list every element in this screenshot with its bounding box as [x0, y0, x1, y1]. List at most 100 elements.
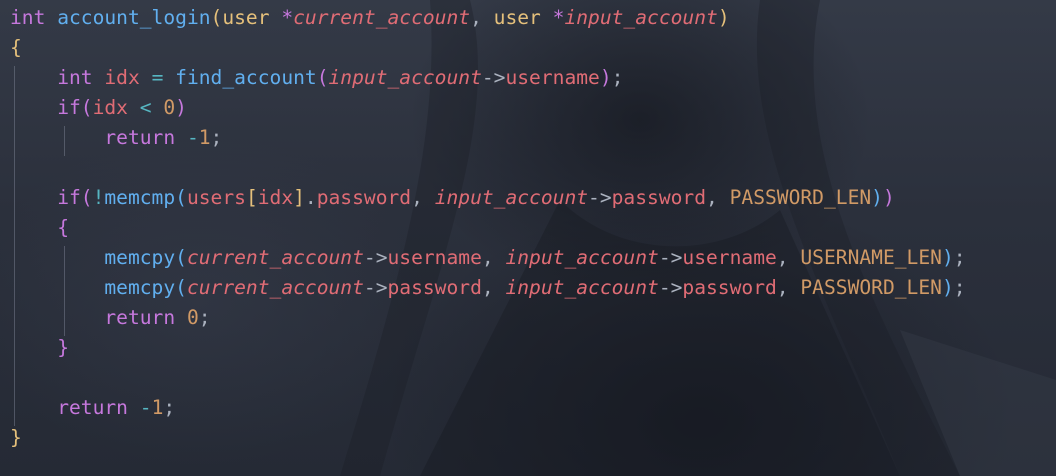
code-token: -> — [363, 276, 388, 299]
code-token: password — [611, 186, 707, 209]
code-token: ) — [941, 276, 954, 299]
code-line[interactable]: memcpy(current_account->username, input_… — [10, 243, 966, 273]
code-token: find_account — [175, 66, 317, 89]
code-token: ) — [717, 6, 730, 29]
code-token: 0 — [186, 306, 199, 329]
code-token: { — [10, 36, 22, 59]
code-token: , — [481, 276, 506, 299]
code-token: return — [104, 126, 176, 149]
code-token: password — [316, 186, 412, 209]
code-token: { — [57, 216, 69, 239]
code-token: ) — [175, 96, 187, 119]
code-token: } — [57, 336, 69, 359]
code-token: if — [57, 186, 81, 209]
code-token: -> — [481, 66, 506, 89]
code-token: idx — [104, 66, 140, 89]
code-line[interactable]: { — [10, 213, 966, 243]
code-token: input_account — [328, 66, 482, 89]
code-token: = — [151, 66, 164, 89]
code-token: -> — [658, 276, 683, 299]
code-token: , — [481, 246, 506, 269]
code-token: , — [706, 186, 730, 209]
code-token: user — [222, 6, 270, 29]
code-token: current_account — [293, 6, 471, 29]
code-token: ; — [953, 276, 966, 299]
code-token: -> — [588, 186, 612, 209]
code-token: , — [411, 186, 435, 209]
code-token: ] — [293, 186, 305, 209]
code-token: if — [57, 96, 81, 119]
code-token: ; — [210, 126, 223, 149]
code-token: ( — [80, 96, 93, 119]
code-token: , — [776, 246, 801, 269]
code-line[interactable]: ​ — [10, 363, 966, 393]
code-token: idx — [92, 96, 128, 119]
code-token: username — [505, 66, 600, 89]
code-line[interactable]: int idx = find_account(input_account->us… — [10, 63, 966, 93]
code-token: current_account — [186, 276, 364, 299]
code-token: input_account — [505, 246, 659, 269]
code-token: ) — [599, 66, 612, 89]
code-line[interactable]: memcpy(current_account->password, input_… — [10, 273, 966, 303]
code-token: 0 — [163, 96, 176, 119]
code-token: memcpy — [104, 276, 176, 299]
code-line[interactable]: return -1; — [10, 123, 966, 153]
code-line[interactable]: { — [10, 33, 966, 63]
code-token: ( — [175, 276, 187, 299]
code-token: memcpy — [104, 246, 176, 269]
code-token: PASSWORD_LEN — [729, 186, 872, 209]
code-line[interactable]: } — [10, 333, 966, 363]
code-editor[interactable]: int account_login(user *current_account,… — [10, 3, 966, 453]
code-line[interactable]: return -1; — [10, 393, 966, 423]
code-line[interactable]: int account_login(user *current_account,… — [10, 3, 966, 33]
code-token: memcmp — [104, 186, 176, 209]
code-line[interactable]: if(idx < 0) — [10, 93, 966, 123]
code-token: int — [10, 6, 46, 29]
code-token: * — [281, 6, 294, 29]
code-line[interactable]: } — [10, 423, 966, 453]
code-token: ! — [92, 186, 105, 209]
code-token: ; — [953, 246, 966, 269]
code-token: . — [304, 186, 317, 209]
code-token: , — [470, 6, 494, 29]
code-token: ( — [80, 186, 93, 209]
code-line[interactable]: if(!memcmp(users[idx].password, input_ac… — [10, 183, 966, 213]
code-line[interactable]: return 0; — [10, 303, 966, 333]
code-token: , — [776, 276, 801, 299]
code-line[interactable]: ​ — [10, 153, 966, 183]
code-token: ; — [198, 306, 211, 329]
code-token: 1 — [198, 126, 211, 149]
code-token: username — [682, 246, 777, 269]
code-token: return — [104, 306, 176, 329]
code-token: ( — [175, 186, 187, 209]
code-token: password — [682, 276, 777, 299]
code-token: - — [139, 396, 152, 419]
code-token: 1 — [151, 396, 164, 419]
code-token: input_account — [505, 276, 659, 299]
code-token: account_login — [57, 6, 211, 29]
code-token: idx — [257, 186, 294, 209]
code-token: input_account — [434, 186, 589, 209]
code-token: USERNAME_LEN — [800, 246, 942, 269]
code-token: ( — [316, 66, 329, 89]
code-token: PASSWORD_LEN — [800, 276, 942, 299]
code-token: return — [57, 396, 128, 419]
